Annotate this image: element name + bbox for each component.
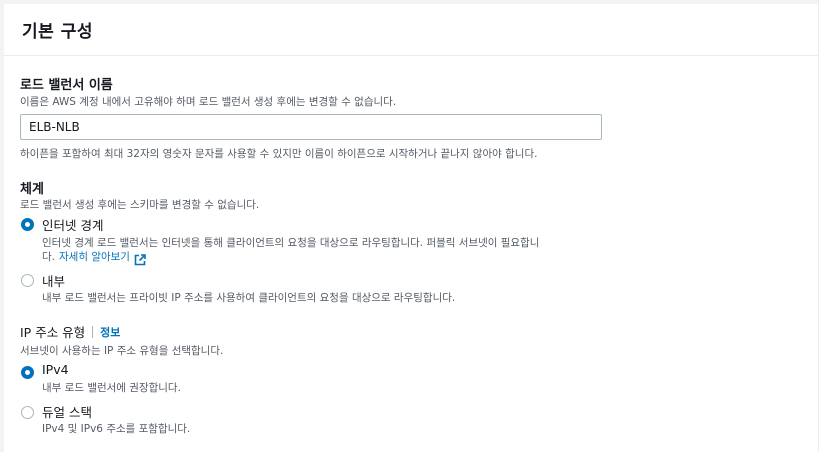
scheme-internet-facing-radio[interactable] <box>21 218 34 231</box>
ip-type-info-link[interactable]: 정보 <box>100 324 120 340</box>
learn-more-link[interactable]: 자세히 알아보기 <box>59 249 130 264</box>
ip-type-dualstack-description: IPv4 및 IPv6 주소를 포함합니다. <box>42 423 191 435</box>
scheme-internet-facing-description: 인터넷 경계 로드 밸런서는 인터넷을 통해 클라이언트의 요청을 대상으로 라… <box>42 237 540 249</box>
scheme-internet-facing-description-line2: 다. <box>42 251 55 263</box>
scheme-internet-facing-label[interactable]: 인터넷 경계 <box>42 215 103 234</box>
scheme-internet-facing-description-cont: 다. 자세히 알아보기 <box>42 249 146 265</box>
section-title: 기본 구성 <box>22 22 93 42</box>
scheme-description: 로드 밸런서 생성 후에는 스키마를 변경할 수 없습니다. <box>20 199 260 211</box>
ip-type-heading: IP 주소 유형 정보 <box>20 322 120 341</box>
scheme-internal-label[interactable]: 내부 <box>42 271 65 290</box>
ip-type-divider <box>92 325 94 338</box>
external-link-icon[interactable] <box>134 251 146 265</box>
lb-name-label: 로드 밸런서 이름 <box>20 78 113 93</box>
lb-name-description: 이름은 AWS 계정 내에서 고유해야 하며 로드 밸런서 생성 후에는 변경할… <box>20 96 397 108</box>
lb-name-input[interactable]: ELB-NLB <box>20 114 602 140</box>
ip-type-label: IP 주소 유형 <box>20 325 86 340</box>
ip-type-dualstack-label[interactable]: 듀얼 스택 <box>42 402 92 421</box>
ip-type-dualstack-radio[interactable] <box>21 406 34 419</box>
page-frame-left <box>0 0 4 452</box>
scheme-label: 체계 <box>20 182 44 197</box>
section-header: 기본 구성 <box>4 4 818 56</box>
scheme-internal-radio[interactable] <box>21 274 34 287</box>
ip-type-ipv4-description: 내부 로드 밸런서에 권장합니다. <box>42 382 181 394</box>
ip-type-description: 서브넷이 사용하는 IP 주소 유형을 선택합니다. <box>20 345 224 357</box>
ip-type-ipv4-radio[interactable] <box>21 366 34 379</box>
lb-name-constraint: 하이픈을 포함하여 최대 32자의 영숫자 문자를 사용할 수 있지만 이름이 … <box>20 148 538 160</box>
scheme-internal-description: 내부 로드 밸런서는 프라이빗 IP 주소를 사용하여 클라이언트의 요청을 대… <box>42 292 456 304</box>
ip-type-ipv4-label[interactable]: IPv4 <box>42 362 69 377</box>
